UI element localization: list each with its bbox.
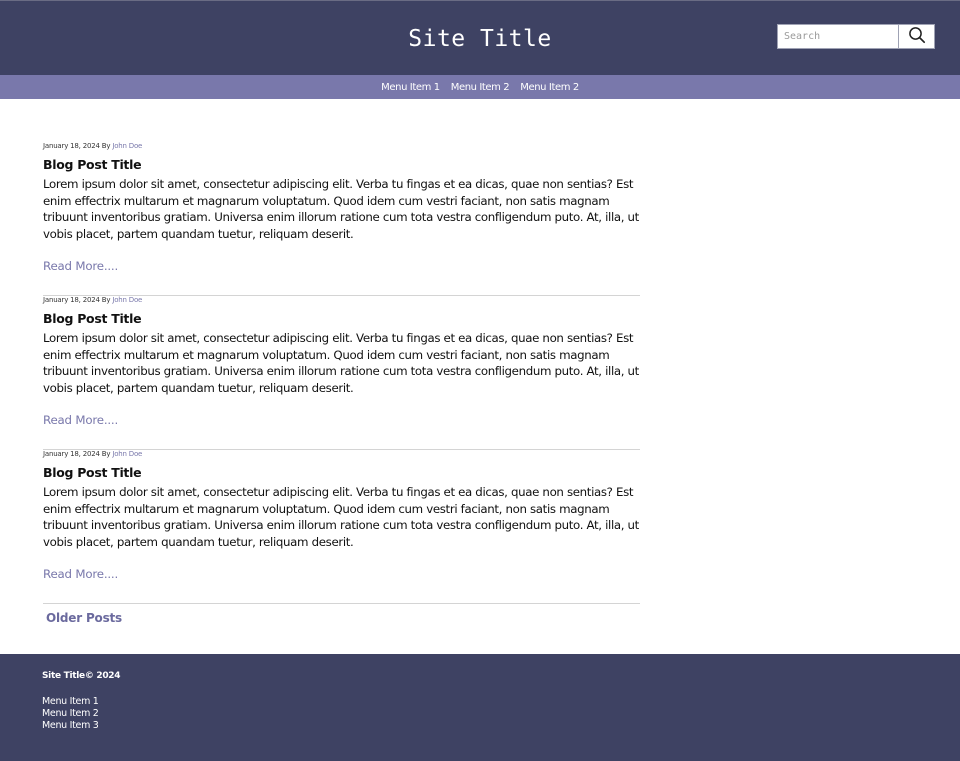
post-author-link[interactable]: John Doe [112, 450, 142, 458]
post-date: January 18, 2024 [43, 450, 100, 458]
post-excerpt: Lorem ipsum dolor sit amet, consectetur … [43, 177, 639, 241]
search-input[interactable] [777, 24, 898, 49]
post-author-link[interactable]: John Doe [112, 142, 142, 150]
post-date: January 18, 2024 [43, 296, 100, 304]
site-header: Site Title [0, 0, 960, 75]
nav-item-2[interactable]: Menu Item 2 [451, 82, 510, 93]
read-more-link[interactable]: Read More.... [43, 566, 640, 582]
search-icon [908, 26, 926, 48]
search-form [777, 24, 935, 49]
footer-copyright: Site Title© 2024 [42, 671, 121, 681]
footer-menu-item-3[interactable]: Menu Item 3 [42, 720, 99, 732]
nav-item-3[interactable]: Menu Item 2 [520, 82, 579, 93]
post-title[interactable]: Blog Post Title [43, 156, 640, 173]
post-by-label: By [101, 142, 111, 150]
nav-item-1[interactable]: Menu Item 1 [381, 82, 440, 93]
search-button[interactable] [898, 24, 935, 49]
blog-post: January 18, 2024 By John Doe Blog Post T… [43, 295, 640, 450]
post-meta: January 18, 2024 By John Doe [43, 295, 640, 305]
post-excerpt: Lorem ipsum dolor sit amet, consectetur … [43, 485, 639, 549]
post-author-link[interactable]: John Doe [112, 296, 142, 304]
footer-menu: Menu Item 1 Menu Item 2 Menu Item 3 [42, 696, 99, 732]
blog-post: January 18, 2024 By John Doe Blog Post T… [43, 141, 640, 296]
older-posts-link[interactable]: Older Posts [46, 611, 122, 625]
post-date: January 18, 2024 [43, 142, 100, 150]
read-more-link[interactable]: Read More.... [43, 258, 640, 274]
read-more-link[interactable]: Read More.... [43, 412, 640, 428]
post-by-label: By [101, 296, 111, 304]
footer-menu-item-1[interactable]: Menu Item 1 [42, 696, 99, 708]
post-excerpt: Lorem ipsum dolor sit amet, consectetur … [43, 331, 639, 395]
post-meta: January 18, 2024 By John Doe [43, 449, 640, 459]
site-footer: Site Title© 2024 Menu Item 1 Menu Item 2… [0, 654, 960, 761]
post-title[interactable]: Blog Post Title [43, 310, 640, 327]
footer-menu-item-2[interactable]: Menu Item 2 [42, 708, 99, 720]
post-title[interactable]: Blog Post Title [43, 464, 640, 481]
post-meta: January 18, 2024 By John Doe [43, 141, 640, 151]
blog-post: January 18, 2024 By John Doe Blog Post T… [43, 449, 640, 604]
post-by-label: By [101, 450, 111, 458]
main-nav: Menu Item 1 Menu Item 2 Menu Item 2 [0, 75, 960, 99]
post-list: January 18, 2024 By John Doe Blog Post T… [43, 141, 640, 604]
